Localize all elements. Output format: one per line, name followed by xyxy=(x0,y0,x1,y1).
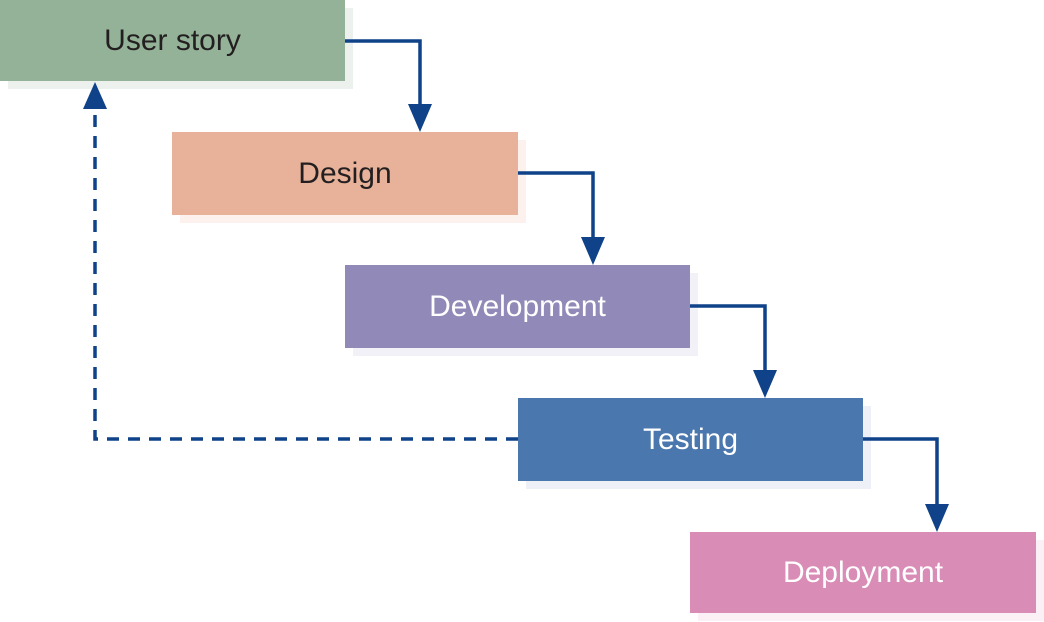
stage-user-story: User story xyxy=(0,0,345,81)
arrowhead-down-icon xyxy=(753,370,777,398)
waterfall-diagram: User story Design Development Testing De… xyxy=(0,0,1044,622)
stage-label: Design xyxy=(298,156,392,190)
stage-development: Development xyxy=(345,265,690,348)
stage-label: Testing xyxy=(642,422,739,456)
stage-label: Development xyxy=(429,289,606,323)
stage-label: User story xyxy=(104,23,241,57)
stage-design: Design xyxy=(172,132,518,215)
connector-user-story-to-design xyxy=(345,39,422,106)
connector-development-to-testing xyxy=(690,304,767,372)
arrowhead-down-icon xyxy=(408,104,432,132)
stage-deployment: Deployment xyxy=(690,532,1036,613)
connector-testing-to-deployment xyxy=(863,437,939,506)
arrowhead-down-icon xyxy=(925,504,949,532)
stage-testing: Testing xyxy=(518,398,863,481)
connector-design-to-development xyxy=(518,171,595,239)
arrowhead-down-icon xyxy=(581,237,605,265)
stage-label: Deployment xyxy=(782,555,944,589)
